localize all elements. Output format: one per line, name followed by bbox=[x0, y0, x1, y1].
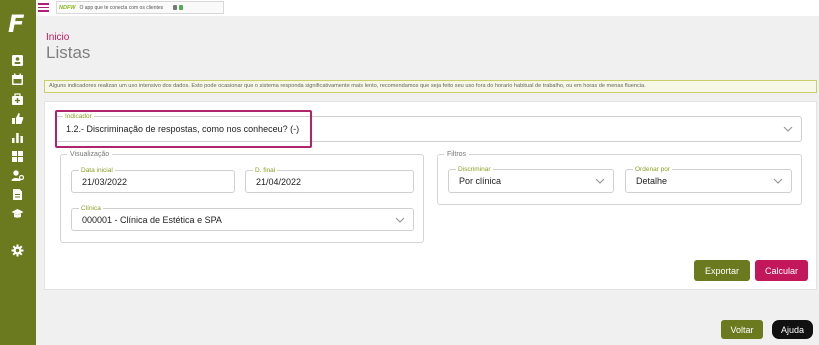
document-icon[interactable] bbox=[11, 188, 24, 201]
end-date-value: 21/04/2022 bbox=[256, 176, 302, 187]
gear-icon[interactable] bbox=[11, 244, 24, 257]
user-settings-icon[interactable] bbox=[11, 169, 24, 182]
filters-fieldset: Filtros Discriminar Por clínica Ordenar … bbox=[437, 150, 802, 205]
graduation-cap-icon[interactable] bbox=[11, 207, 24, 220]
apple-store-icon bbox=[173, 5, 178, 10]
calculate-button[interactable]: Calcular bbox=[755, 260, 808, 281]
visualization-legend: Visualização bbox=[67, 150, 113, 159]
ad-banner[interactable]: NDFW O app que te conecta com os cliente… bbox=[56, 1, 224, 14]
medical-kit-icon[interactable] bbox=[11, 93, 24, 106]
thumbs-up-icon[interactable] bbox=[11, 112, 24, 125]
chevron-down-icon bbox=[773, 178, 783, 184]
order-by-select[interactable]: Ordenar por Detalhe bbox=[625, 166, 792, 193]
indicator-value: 1.2.- Discriminação de respostas, como n… bbox=[66, 124, 300, 134]
google-play-icon bbox=[179, 5, 184, 10]
top-bar: NDFW O app que te conecta com os cliente… bbox=[36, 0, 819, 16]
performance-warning: Alguns indicadores realizan um uso inten… bbox=[44, 80, 817, 93]
app-logo[interactable]: F bbox=[8, 12, 28, 36]
grid-icon[interactable] bbox=[11, 150, 24, 163]
page-title: Listas bbox=[46, 43, 91, 62]
end-date-field[interactable]: D. final 21/04/2022 bbox=[245, 167, 414, 193]
sidebar: F bbox=[0, 0, 36, 345]
discriminate-select[interactable]: Discriminar Por clínica bbox=[448, 166, 614, 193]
export-button[interactable]: Exportar bbox=[694, 260, 750, 281]
ad-banner-text: O app que te conecta com os clientes bbox=[79, 4, 164, 11]
hamburger-menu-icon[interactable] bbox=[38, 3, 49, 12]
start-date-field[interactable]: Data inicial 21/03/2022 bbox=[71, 167, 235, 193]
bar-chart-icon[interactable] bbox=[11, 131, 24, 144]
discriminate-value: Por clínica bbox=[459, 176, 502, 186]
breadcrumb[interactable]: Inicio bbox=[46, 32, 69, 43]
filters-legend: Filtros bbox=[444, 150, 470, 159]
chevron-down-icon bbox=[595, 178, 605, 184]
calendar-icon[interactable] bbox=[11, 73, 24, 86]
chevron-down-icon bbox=[395, 217, 405, 223]
indicator-select[interactable]: Indicador 1.2.- Discriminação de respost… bbox=[55, 113, 802, 142]
report-panel: Indicador 1.2.- Discriminação de respost… bbox=[44, 101, 817, 290]
ad-brand-logo: NDFW bbox=[59, 4, 76, 11]
id-card-icon[interactable] bbox=[11, 54, 24, 67]
start-date-value: 21/03/2022 bbox=[82, 176, 128, 187]
chevron-down-icon bbox=[783, 126, 793, 132]
clinic-select[interactable]: Clínica 000001 - Clínica de Estética e S… bbox=[71, 205, 414, 231]
help-button[interactable]: Ajuda bbox=[772, 320, 813, 339]
back-button[interactable]: Voltar bbox=[721, 320, 763, 339]
clinic-value: 000001 - Clínica de Estética e SPA bbox=[82, 214, 222, 225]
order-by-value: Detalhe bbox=[636, 176, 668, 186]
visualization-fieldset: Visualização Data inicial 21/03/2022 D. … bbox=[60, 150, 424, 243]
store-icons bbox=[173, 5, 184, 10]
